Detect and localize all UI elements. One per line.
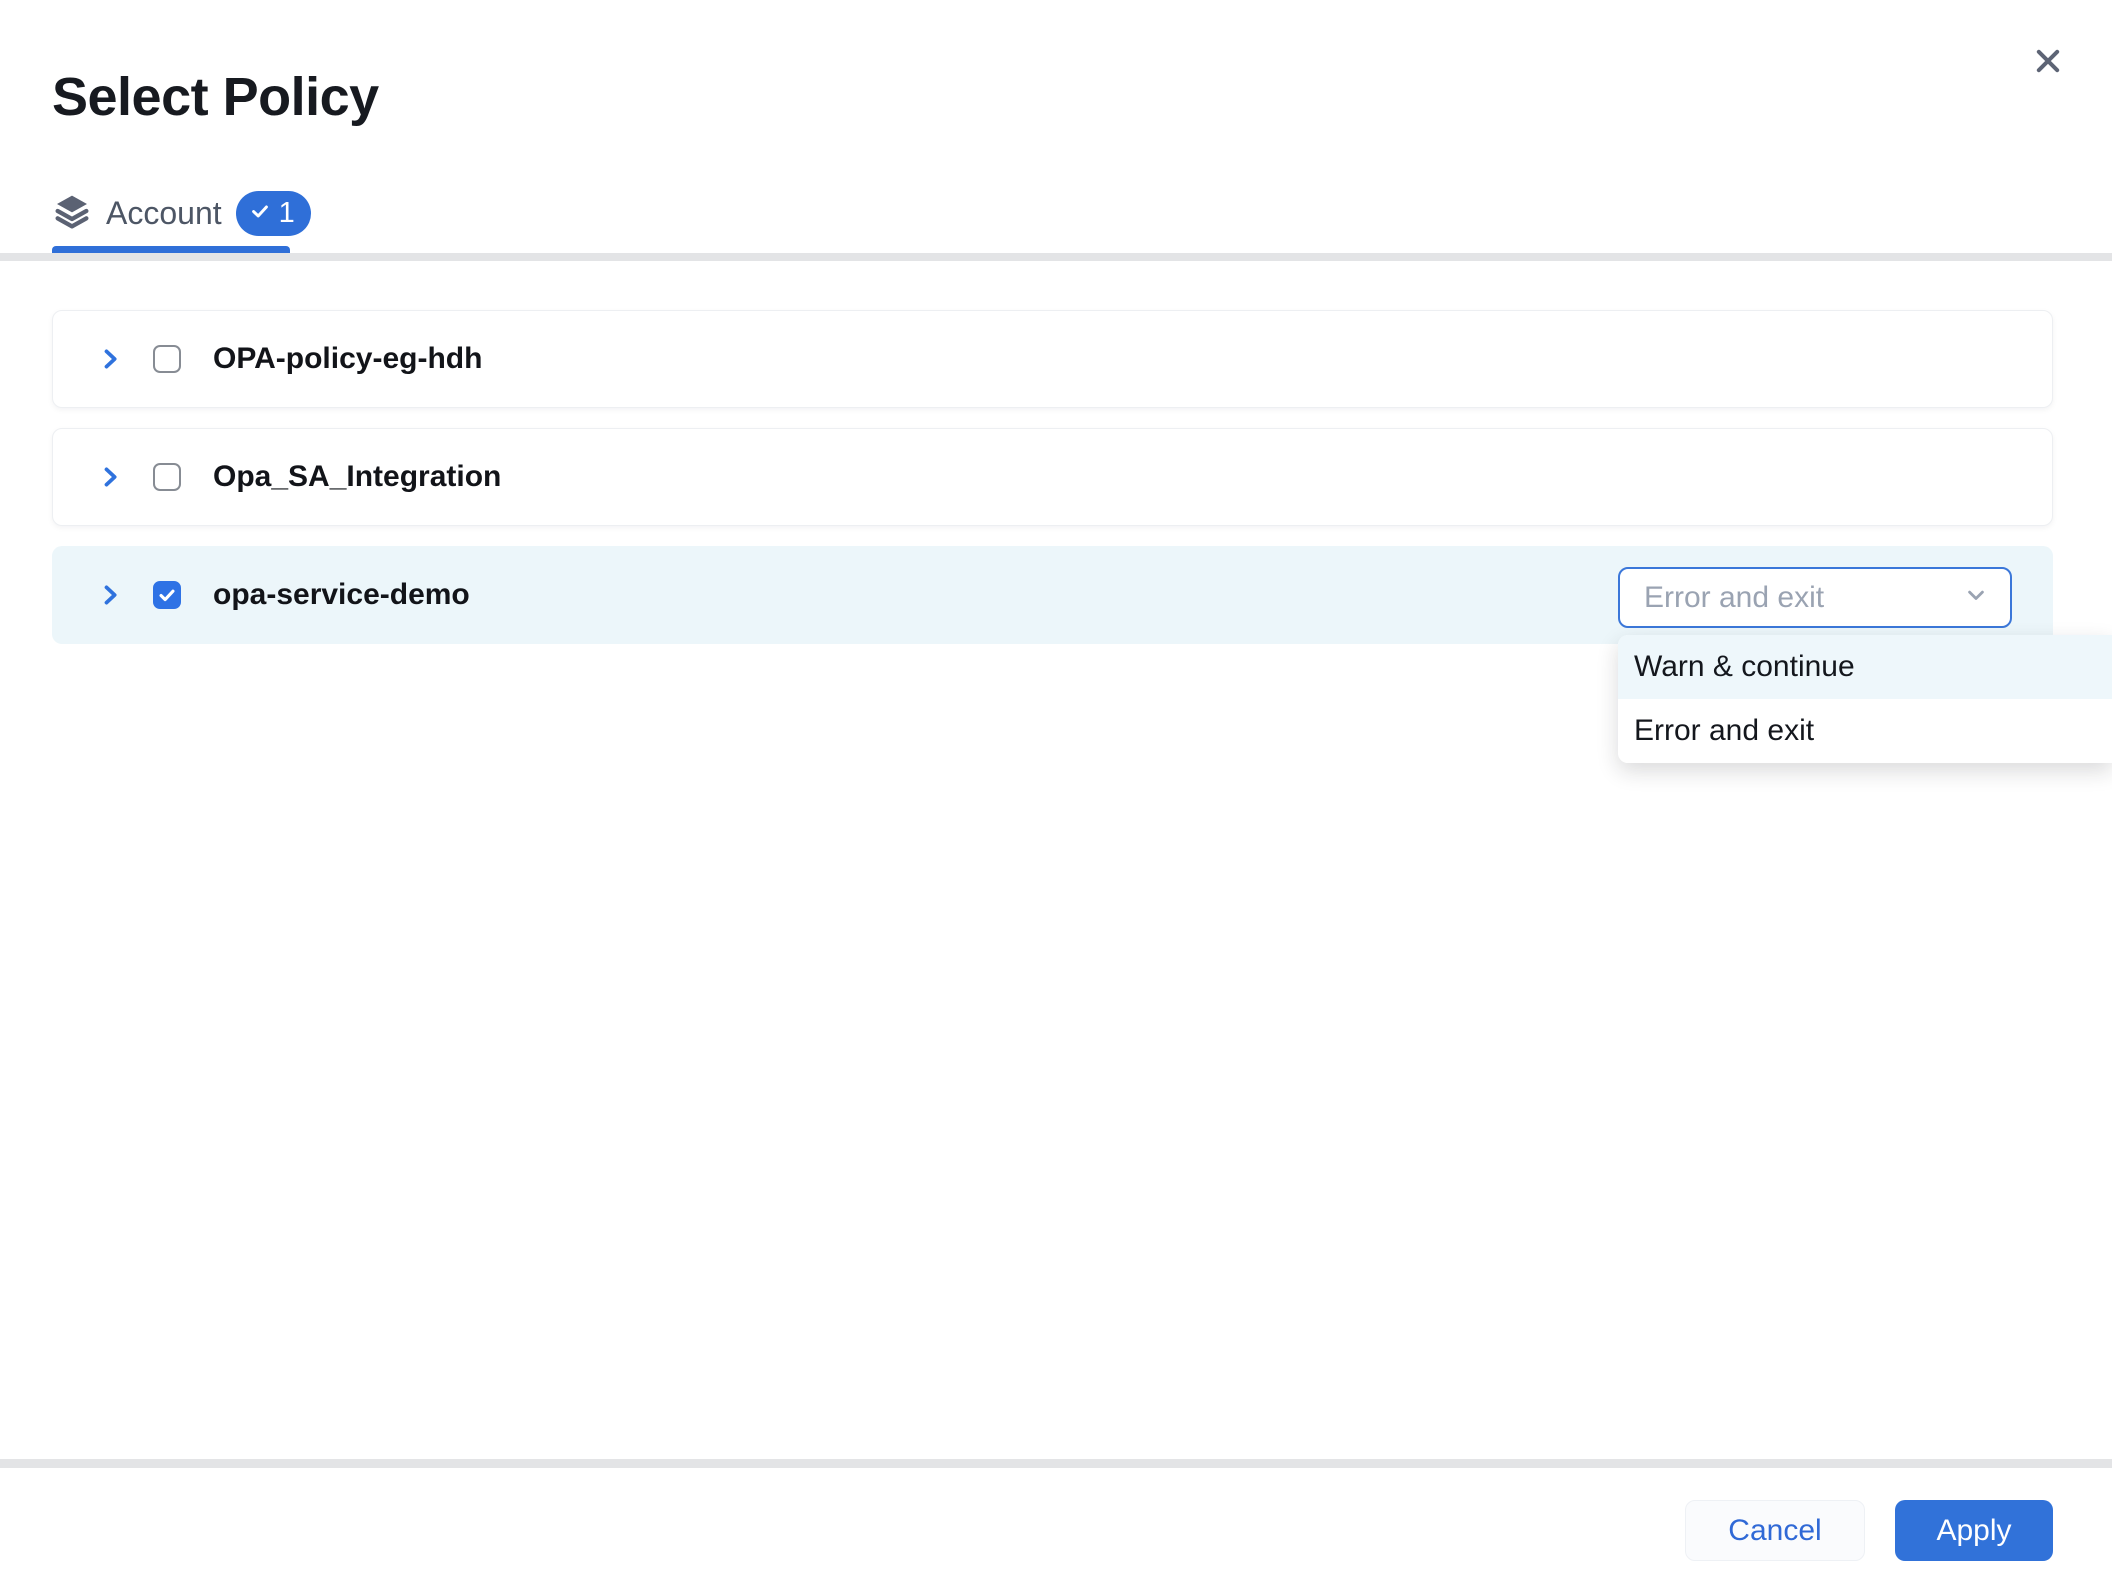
policy-name: OPA-policy-eg-hdh	[213, 342, 482, 376]
close-icon	[2029, 42, 2067, 83]
policy-checkbox[interactable]	[153, 581, 181, 609]
selected-count-badge: 1	[236, 191, 311, 236]
tab-account-label: Account	[106, 195, 222, 232]
expand-chevron-icon[interactable]	[95, 460, 125, 494]
policy-checkbox[interactable]	[153, 345, 181, 373]
page-title: Select Policy	[52, 66, 379, 128]
failure-strategy-select[interactable]: Error and exit	[1618, 567, 2012, 628]
failure-strategy-menu: Warn & continue Error and exit	[1618, 635, 2112, 763]
expand-chevron-icon[interactable]	[95, 578, 125, 612]
select-value: Error and exit	[1644, 581, 1824, 615]
policy-name: Opa_SA_Integration	[213, 460, 501, 494]
tab-account[interactable]: Account 1	[52, 184, 311, 242]
policy-row-opa-policy-eg-hdh[interactable]: OPA-policy-eg-hdh	[52, 310, 2053, 408]
badge-count: 1	[279, 197, 295, 230]
policy-name: opa-service-demo	[213, 578, 470, 612]
apply-button[interactable]: Apply	[1895, 1500, 2053, 1561]
layers-icon	[52, 191, 92, 236]
chevron-down-icon	[1962, 581, 1990, 614]
close-button[interactable]	[2022, 36, 2074, 88]
cancel-button[interactable]: Cancel	[1685, 1500, 1865, 1561]
policy-row-opa-sa-integration[interactable]: Opa_SA_Integration	[52, 428, 2053, 526]
policy-checkbox[interactable]	[153, 463, 181, 491]
menu-option-warn-continue[interactable]: Warn & continue	[1618, 635, 2112, 699]
check-icon	[249, 200, 271, 227]
menu-option-error-exit[interactable]: Error and exit	[1618, 699, 2112, 763]
tabbar-divider	[0, 253, 2112, 261]
expand-chevron-icon[interactable]	[95, 342, 125, 376]
footer-divider	[0, 1459, 2112, 1468]
select-policy-modal: Select Policy Account 1	[0, 0, 2112, 1580]
